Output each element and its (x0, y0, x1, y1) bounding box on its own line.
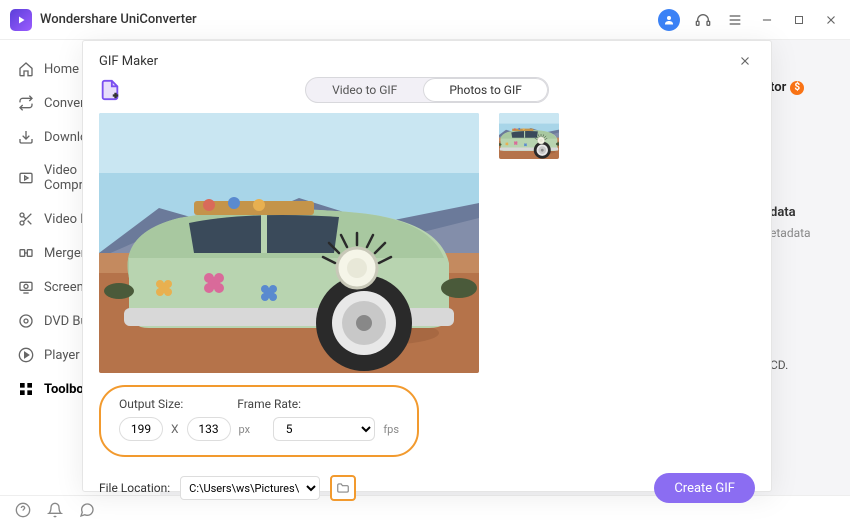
maximize-icon[interactable] (790, 11, 808, 29)
play-icon (18, 347, 34, 363)
browse-folder-button[interactable] (330, 475, 356, 501)
output-size-label: Output Size: (119, 397, 183, 411)
px-unit: px (239, 423, 251, 436)
feedback-icon[interactable] (78, 501, 96, 519)
dollar-badge-icon: $ (790, 81, 804, 95)
grid-icon (18, 381, 34, 397)
modal-title: GIF Maker (99, 54, 158, 69)
disc-icon (18, 313, 34, 329)
create-gif-button[interactable]: Create GIF (654, 473, 755, 503)
scissors-icon (18, 211, 34, 227)
menu-icon[interactable] (726, 11, 744, 29)
user-avatar-icon[interactable] (658, 9, 680, 31)
help-icon[interactable] (14, 501, 32, 519)
headset-icon[interactable] (694, 11, 712, 29)
download-icon (18, 129, 34, 145)
merger-icon (18, 245, 34, 261)
photo-thumbnail[interactable] (499, 113, 559, 159)
close-window-icon[interactable] (822, 11, 840, 29)
bell-icon[interactable] (46, 501, 64, 519)
converter-icon (18, 95, 34, 111)
recorder-icon (18, 279, 34, 295)
app-title: Wondershare UniConverter (40, 12, 197, 27)
output-width-input[interactable] (119, 417, 163, 441)
sidebar-item-label: Home (44, 62, 79, 77)
output-settings: Output Size: Frame Rate: X px 5 fps (99, 385, 419, 457)
x-separator: X (171, 422, 179, 436)
file-location-select[interactable]: C:\Users\ws\Pictures\Wonders (180, 476, 320, 500)
frame-rate-label: Frame Rate: (237, 397, 301, 411)
close-icon[interactable] (735, 51, 755, 71)
add-file-icon[interactable] (99, 79, 121, 101)
home-icon (18, 61, 34, 77)
background-content: tor $ data etadata CD. (770, 80, 830, 372)
minimize-icon[interactable] (758, 11, 776, 29)
file-location-label: File Location: (99, 481, 170, 495)
fps-unit: fps (383, 423, 399, 436)
sidebar-item-label: Merger (44, 246, 85, 261)
gif-maker-modal: GIF Maker Video to GIF Photos to GIF Out… (82, 40, 772, 492)
compressor-icon (18, 170, 34, 186)
app-logo (10, 9, 32, 31)
mode-tabs: Video to GIF Photos to GIF (305, 77, 549, 103)
frame-rate-select[interactable]: 5 (273, 417, 376, 441)
main-preview (99, 113, 479, 373)
sidebar-item-label: Player (44, 348, 80, 363)
output-height-input[interactable] (187, 417, 231, 441)
titlebar: Wondershare UniConverter (0, 0, 850, 40)
tab-video-to-gif[interactable]: Video to GIF (306, 78, 423, 102)
tab-photos-to-gif[interactable]: Photos to GIF (423, 78, 548, 102)
